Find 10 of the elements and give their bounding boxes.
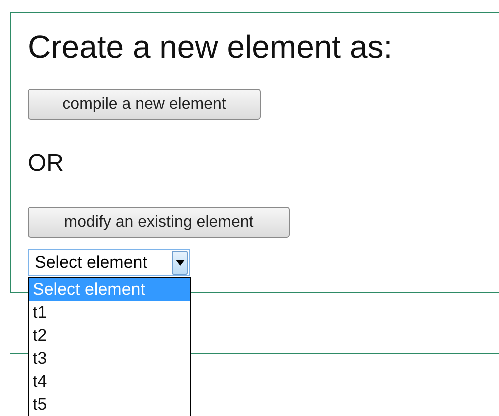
dropdown-option[interactable]: t2 [29, 324, 190, 347]
dropdown-option[interactable]: t5 [29, 393, 190, 416]
element-select[interactable]: Select element [28, 249, 190, 276]
compile-button[interactable]: compile a new element [28, 89, 261, 120]
modify-button[interactable]: modify an existing element [28, 207, 290, 238]
heading: Create a new element as: [28, 28, 393, 67]
dropdown-option[interactable]: t3 [29, 347, 190, 370]
dropdown-option[interactable]: t1 [29, 301, 190, 324]
dropdown-option[interactable]: t4 [29, 370, 190, 393]
or-label: OR [28, 150, 64, 179]
